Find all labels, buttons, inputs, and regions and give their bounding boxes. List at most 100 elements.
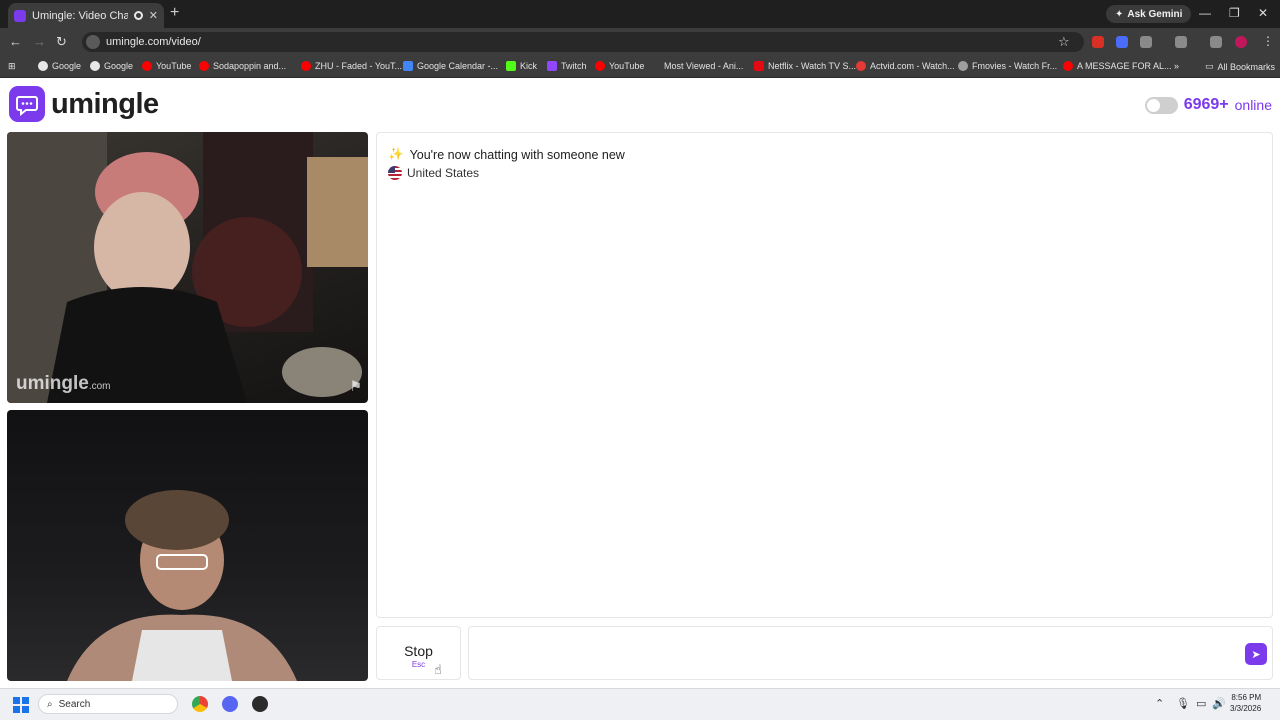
- bookmark-item[interactable]: Google: [38, 61, 81, 71]
- all-bookmarks-button[interactable]: ▭ All Bookmarks: [1205, 61, 1275, 72]
- google-icon: [38, 61, 48, 71]
- umingle-logo[interactable]: umingle: [9, 86, 159, 122]
- browser-tab[interactable]: Umingle: Video Chat with S ✕: [8, 3, 164, 28]
- windows-start-icon[interactable]: [13, 697, 29, 713]
- online-count: 6969+: [1183, 96, 1229, 113]
- chat-status-message: ✨ You're now chatting with someone new: [388, 147, 625, 162]
- back-icon[interactable]: ←: [9, 34, 22, 49]
- youtube-icon: [595, 61, 605, 71]
- cast-icon[interactable]: [1175, 36, 1187, 48]
- bookmark-item[interactable]: Google Calendar -...: [403, 61, 498, 71]
- self-video: [7, 410, 368, 681]
- chrome-taskbar-icon[interactable]: [192, 696, 208, 712]
- apps-grid-icon[interactable]: ⊞: [8, 61, 16, 72]
- taskbar-search[interactable]: ⌕ Search: [38, 694, 178, 714]
- youtube-icon: [142, 61, 152, 71]
- browser-tab-bar: [0, 0, 1280, 28]
- bookmark-item[interactable]: Sodapoppin and...: [199, 61, 286, 71]
- maximize-icon[interactable]: ❐: [1229, 6, 1240, 20]
- bookmark-item[interactable]: Most Viewed - Ani...: [664, 61, 743, 71]
- youtube-icon: [301, 61, 311, 71]
- chat-message-input[interactable]: [468, 626, 1273, 680]
- calendar-icon: [403, 61, 413, 71]
- theme-toggle[interactable]: [1144, 96, 1178, 114]
- close-window-icon[interactable]: ✕: [1258, 6, 1268, 20]
- chat-bubble-logo-icon: [9, 86, 45, 122]
- clock-time: 8:56 PM: [1231, 693, 1262, 702]
- google-icon: [90, 61, 100, 71]
- twitch-icon: [547, 61, 557, 71]
- bookmark-item[interactable]: Kick: [506, 61, 537, 71]
- gemini-sparkle-icon: ✦: [1115, 8, 1124, 20]
- menu-kebab-icon[interactable]: ⋮: [1262, 34, 1274, 48]
- youtube-icon: [199, 61, 209, 71]
- new-tab-icon[interactable]: +: [170, 5, 179, 21]
- send-arrow-icon: ➤: [1251, 648, 1261, 661]
- network-icon[interactable]: ▭: [1196, 697, 1206, 710]
- taskbar-clock[interactable]: 8:56 PM 3/3/2026: [1230, 692, 1261, 714]
- sparkles-icon: ✨: [388, 147, 404, 161]
- logo-wordmark: umingle: [51, 87, 159, 120]
- kick-icon: [506, 61, 516, 71]
- stop-label: Stop: [404, 643, 433, 659]
- ask-gemini-button[interactable]: ✦ Ask Gemini: [1106, 5, 1192, 23]
- report-flag-icon[interactable]: ⚑: [349, 378, 362, 395]
- reading-list-icon[interactable]: [1210, 36, 1222, 48]
- bookmark-item[interactable]: A MESSAGE FOR AL...: [1063, 61, 1172, 71]
- bookmark-item[interactable]: Google: [90, 61, 133, 71]
- bookmark-item[interactable]: YouTube: [142, 61, 191, 71]
- recording-icon: [133, 11, 143, 20]
- toggle-knob: [1146, 98, 1160, 112]
- bookmark-item[interactable]: ZHU - Faded - YouT...: [301, 61, 402, 71]
- chat-status-text: You're now chatting with someone new: [409, 147, 625, 162]
- close-tab-icon[interactable]: ✕: [149, 9, 158, 22]
- bookmark-star-icon[interactable]: ☆: [1058, 34, 1070, 50]
- hand-cursor-icon: ☝: [434, 662, 442, 677]
- partner-country-text: United States: [407, 166, 480, 180]
- self-video-frame: [67, 490, 297, 681]
- bookmark-item[interactable]: Actvid.com - Watch...: [856, 61, 955, 71]
- clock-date: 3/3/2026: [1230, 704, 1262, 713]
- us-flag-icon: [388, 166, 402, 180]
- discord-taskbar-icon[interactable]: [222, 696, 238, 712]
- minimize-icon[interactable]: —: [1199, 6, 1211, 20]
- address-bar[interactable]: umingle.com/video/: [82, 32, 1084, 52]
- taskbar-search-label: Search: [58, 698, 91, 710]
- bookmark-item[interactable]: YouTube: [595, 61, 644, 71]
- bookmark-item[interactable]: Fmovies - Watch Fr...: [958, 61, 1057, 71]
- site-info-icon[interactable]: [86, 35, 100, 49]
- chat-log: ✨ You're now chatting with someone new U…: [376, 132, 1273, 618]
- actvid-icon: [856, 61, 866, 71]
- partner-country: United States: [388, 166, 479, 180]
- stranger-video-frame: [7, 132, 368, 403]
- stranger-video: umingle.com ⚑: [7, 132, 368, 403]
- extensions-puzzle-icon[interactable]: [1140, 36, 1152, 48]
- online-label: online: [1234, 97, 1272, 113]
- youtube-icon: [1063, 61, 1073, 71]
- obs-taskbar-icon[interactable]: [252, 696, 268, 712]
- folder-icon: ▭: [1205, 61, 1214, 71]
- stop-shortcut-hint: Esc: [411, 660, 426, 669]
- online-indicator: 6969+ online: [1144, 96, 1272, 114]
- profile-avatar-icon[interactable]: [1235, 36, 1247, 48]
- umingle-watermark: umingle.com: [16, 373, 111, 394]
- ask-gemini-label: Ask Gemini: [1127, 8, 1183, 20]
- bookmarks-overflow-icon[interactable]: »: [1174, 61, 1179, 71]
- bookmark-item[interactable]: Twitch: [547, 61, 587, 71]
- send-button[interactable]: ➤: [1245, 643, 1267, 665]
- bookmark-item[interactable]: Netflix - Watch TV S...: [754, 61, 856, 71]
- umingle-favicon-icon: [14, 9, 26, 22]
- tray-overflow-icon[interactable]: ⌃: [1155, 697, 1164, 710]
- volume-icon[interactable]: 🔊: [1212, 697, 1226, 710]
- reload-icon[interactable]: ↻: [56, 34, 67, 50]
- forward-icon[interactable]: →: [33, 34, 46, 49]
- search-icon: ⌕: [47, 698, 53, 710]
- globe-icon: [958, 61, 968, 71]
- stop-button[interactable]: Stop Esc: [376, 626, 461, 680]
- extension-blue-icon[interactable]: [1116, 36, 1128, 48]
- tab-title: Umingle: Video Chat with S: [32, 9, 128, 22]
- netflix-icon: [754, 61, 764, 71]
- url-text: umingle.com/video/: [106, 36, 201, 48]
- microphone-icon[interactable]: 🎙: [1176, 697, 1190, 710]
- extension-red-icon[interactable]: [1092, 36, 1104, 48]
